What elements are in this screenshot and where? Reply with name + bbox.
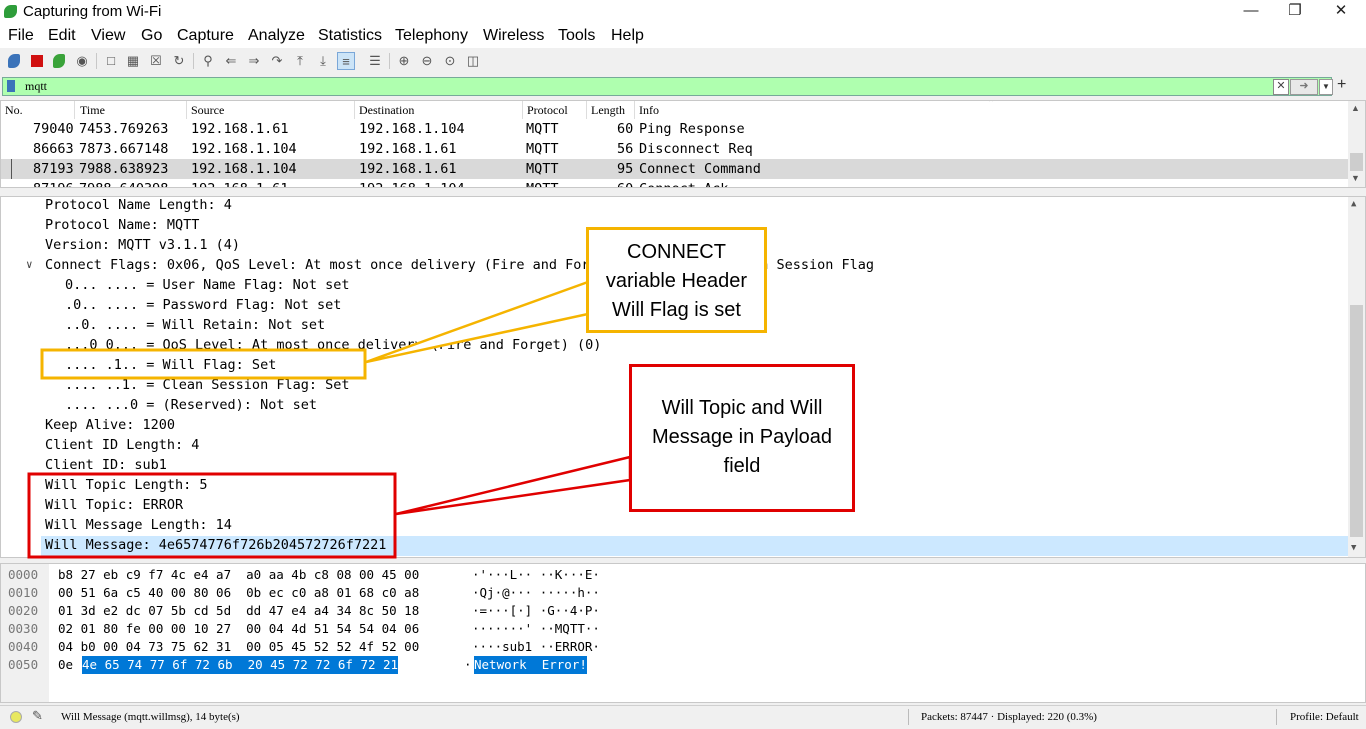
callout-connect-will-flag: CONNECT variable Header Will Flag is set [586,227,767,333]
payload-highlight-box [27,472,397,559]
will-flag-highlight-box [40,348,367,380]
callout-payload-will-topic: Will Topic and Will Message in Payload f… [629,364,855,512]
callout-connect-text: CONNECT variable Header Will Flag is set [605,241,748,321]
connect-callout-pointer [365,280,590,364]
payload-callout-pointer [395,455,632,516]
callout-payload-text: Will Topic and Will Message in Payload f… [651,397,833,477]
